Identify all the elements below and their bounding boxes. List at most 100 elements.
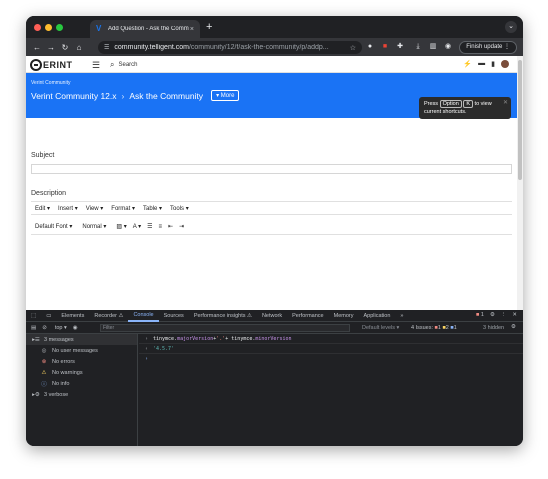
breadcrumb-root[interactable]: Verint Community	[31, 80, 70, 86]
tab-elements[interactable]: Elements	[56, 313, 89, 319]
side-panel-icon[interactable]: ▥	[429, 43, 437, 51]
tooltip-to-view: to view	[474, 101, 492, 107]
menu-format[interactable]: Format ▾	[111, 205, 135, 212]
verint-logo[interactable]: ERINT	[30, 58, 73, 71]
context-select[interactable]: top ▾	[55, 325, 67, 331]
reload-icon[interactable]: ↻	[58, 43, 72, 52]
tooltip-press: Press	[424, 101, 439, 107]
breadcrumb: Verint Community 12.x › Ask the Communit…	[31, 90, 240, 101]
tab-network[interactable]: Network	[257, 313, 287, 319]
close-window-button[interactable]	[34, 24, 41, 31]
tab-active[interactable]: V Add Question - Ask the Comm ×	[90, 20, 200, 38]
console-sidebar: ▸☰ 3 messages ◎ No user messages ⊗ No error…	[26, 334, 138, 446]
sidebar-item-label: 3 verbose	[44, 391, 69, 398]
console-settings-gear-icon[interactable]: ⚙	[511, 324, 516, 330]
console-output[interactable]: › tinymce. majorVersion + '.' + tinymce. m…	[139, 334, 523, 446]
tooltip-key-option: Option	[439, 100, 462, 108]
settings-gear-icon[interactable]: ⚙	[490, 312, 495, 318]
download-icon[interactable]: ⤓	[414, 43, 422, 51]
text-color-icon[interactable]: A ▾	[133, 223, 141, 230]
console-input-line: › tinymce. majorVersion + '.' + tinymce. m…	[139, 334, 523, 344]
tab-memory[interactable]: Memory	[329, 313, 359, 319]
console-result-line: ‹ '4.5.7'	[139, 344, 523, 354]
sidebar-item-verbose[interactable]: ▸⚙ 3 verbose	[26, 389, 137, 400]
inspect-element-icon[interactable]: ⬚	[26, 313, 41, 319]
user-avatar[interactable]	[501, 60, 509, 68]
breadcrumb-forum[interactable]: Ask the Community	[129, 91, 203, 101]
live-expression-eye-icon[interactable]: ◉	[73, 325, 78, 331]
outdent-icon[interactable]: ⇤	[168, 223, 173, 230]
site-search[interactable]: ⌕ Search	[110, 60, 138, 70]
console-filter-input[interactable]: Filter	[100, 324, 350, 332]
site-info-icon[interactable]: ☰	[104, 44, 109, 51]
menu-icon[interactable]: ☰	[92, 60, 100, 71]
bullet-list-icon[interactable]: ☰	[147, 223, 152, 230]
bookmark-icon[interactable]: ▮	[491, 60, 495, 68]
extension-circle-icon[interactable]: ●	[366, 43, 374, 51]
tab-search-icon[interactable]: ⌄	[505, 21, 517, 33]
menu-table[interactable]: Table ▾	[143, 205, 162, 212]
sidebar-item-info[interactable]: ⓘ No info	[26, 378, 137, 389]
prompt-caret-icon: ›	[145, 356, 149, 362]
extensions-puzzle-icon[interactable]: ✚	[396, 43, 404, 51]
menu-insert[interactable]: Insert ▾	[58, 205, 78, 212]
indent-icon[interactable]: ⇥	[179, 223, 184, 230]
numbered-list-icon[interactable]: ≡	[159, 224, 163, 230]
bookmark-star-icon[interactable]: ☆	[350, 44, 356, 52]
tooltip-key-k: K	[463, 100, 474, 108]
home-icon[interactable]: ⌂	[72, 43, 86, 52]
tab-application[interactable]: Application	[358, 313, 395, 319]
more-options-icon[interactable]: ⋮	[501, 312, 507, 318]
device-toolbar-icon[interactable]: ▭	[41, 313, 56, 319]
more-tabs-icon[interactable]: »	[395, 313, 408, 319]
tab-close-icon[interactable]: ×	[190, 26, 194, 33]
forward-icon[interactable]: →	[44, 43, 58, 52]
menu-edit[interactable]: Edit ▾	[35, 205, 50, 212]
tab-recorder[interactable]: Recorder ⚠	[89, 313, 128, 319]
back-icon[interactable]: ←	[30, 43, 44, 52]
clear-console-icon[interactable]: ⊘	[42, 325, 47, 331]
tab-sources[interactable]: Sources	[159, 313, 189, 319]
list-icon: ▸☰	[32, 336, 40, 343]
bolt-icon[interactable]: ⚡	[463, 60, 472, 68]
profile-avatar-icon[interactable]: ◉	[444, 43, 452, 51]
finish-update-label: Finish update	[466, 44, 503, 50]
sidebar-toggle-icon[interactable]: ▤	[31, 325, 36, 331]
highlight-color-icon[interactable]: ▨ ▾	[116, 223, 126, 230]
sidebar-item-warnings[interactable]: ⚠ No warnings	[26, 367, 137, 378]
breadcrumb-community[interactable]: Verint Community 12.x	[31, 91, 117, 101]
close-devtools-icon[interactable]: ✕	[512, 312, 517, 318]
scroll-thumb[interactable]	[518, 60, 522, 180]
sidebar-item-user-messages[interactable]: ◎ No user messages	[26, 345, 137, 356]
tab-performance[interactable]: Performance	[287, 313, 329, 319]
menu-view[interactable]: View ▾	[86, 205, 104, 212]
error-count-badge[interactable]: ■ 1	[476, 312, 484, 318]
minimize-window-button[interactable]	[45, 24, 52, 31]
zoom-window-button[interactable]	[56, 24, 63, 31]
logo-mark-icon	[30, 58, 42, 71]
more-button[interactable]: ▾ More	[211, 90, 240, 101]
tooltip-close-icon[interactable]: ✕	[503, 99, 508, 107]
menu-tools[interactable]: Tools ▾	[170, 205, 189, 212]
issues-indicator[interactable]: 4 Issues: ■1 ■2 ■1	[411, 325, 457, 331]
chat-icon[interactable]: ▬	[478, 60, 485, 68]
sidebar-item-messages[interactable]: ▸☰ 3 messages	[26, 334, 137, 345]
browser-window: V Add Question - Ask the Comm × + ⌄ ← → …	[26, 16, 523, 446]
new-tab-button[interactable]: +	[206, 21, 212, 33]
console-prompt[interactable]: ›	[139, 354, 523, 364]
finish-update-button[interactable]: Finish update ⋮	[459, 41, 517, 54]
tab-console[interactable]: Console	[128, 310, 159, 322]
code-token: minorVersion	[255, 335, 292, 342]
font-size-select[interactable]: Normal ▾	[82, 223, 106, 230]
sidebar-item-errors[interactable]: ⊗ No errors	[26, 356, 137, 367]
community-banner: Verint Community Verint Community 12.x ›…	[26, 73, 517, 119]
font-family-select[interactable]: Default Font ▾	[35, 223, 72, 230]
subject-input[interactable]	[31, 164, 512, 174]
log-levels-select[interactable]: Default levels ▾	[362, 325, 399, 331]
page-scrollbar[interactable]	[517, 56, 523, 310]
tab-performance-insights[interactable]: Performance insights ⚠	[189, 313, 257, 319]
extension-red-icon[interactable]: ■	[381, 43, 389, 51]
address-bar[interactable]: ☰ community.telligent.com/community/12/f…	[98, 41, 362, 54]
devtools-tabs: ⬚ ▭ Elements Recorder ⚠ Console Sources …	[26, 310, 523, 322]
error-count: 1	[480, 312, 484, 318]
